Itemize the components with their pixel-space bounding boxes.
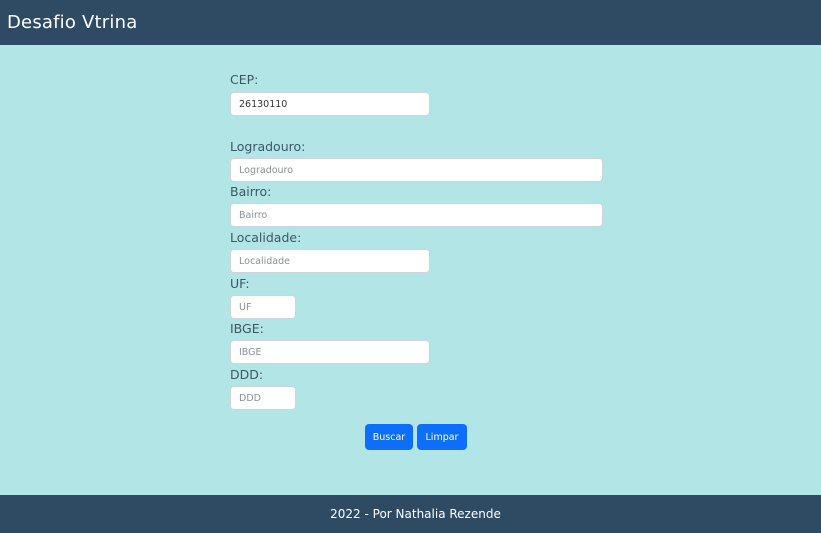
localidade-label: Localidade: [230,230,302,245]
bairro-input[interactable] [230,203,603,227]
ibge-input[interactable] [230,340,430,364]
uf-label: UF: [230,276,250,291]
search-button[interactable]: Buscar [365,424,413,450]
app-title[interactable]: Desafio Vtrina [7,13,137,32]
ddd-input[interactable] [230,386,296,410]
cep-input[interactable] [230,92,430,116]
footer-credits: 2022 - Por Nathalia Rezende [330,507,501,521]
localidade-input[interactable] [230,249,430,273]
logradouro-input[interactable] [230,158,603,182]
bairro-label: Bairro: [230,184,272,199]
top-navbar: Desafio Vtrina [0,0,821,45]
cep-form: CEP: Logradouro: Bairro: Localidade: UF:… [0,45,821,495]
ibge-label: IBGE: [230,321,264,336]
uf-input[interactable] [230,295,296,319]
clear-button[interactable]: Limpar [417,424,467,450]
ddd-label: DDD: [230,367,264,382]
logradouro-label: Logradouro: [230,139,306,154]
cep-label: CEP: [230,72,259,87]
page-footer: 2022 - Por Nathalia Rezende [0,495,821,533]
